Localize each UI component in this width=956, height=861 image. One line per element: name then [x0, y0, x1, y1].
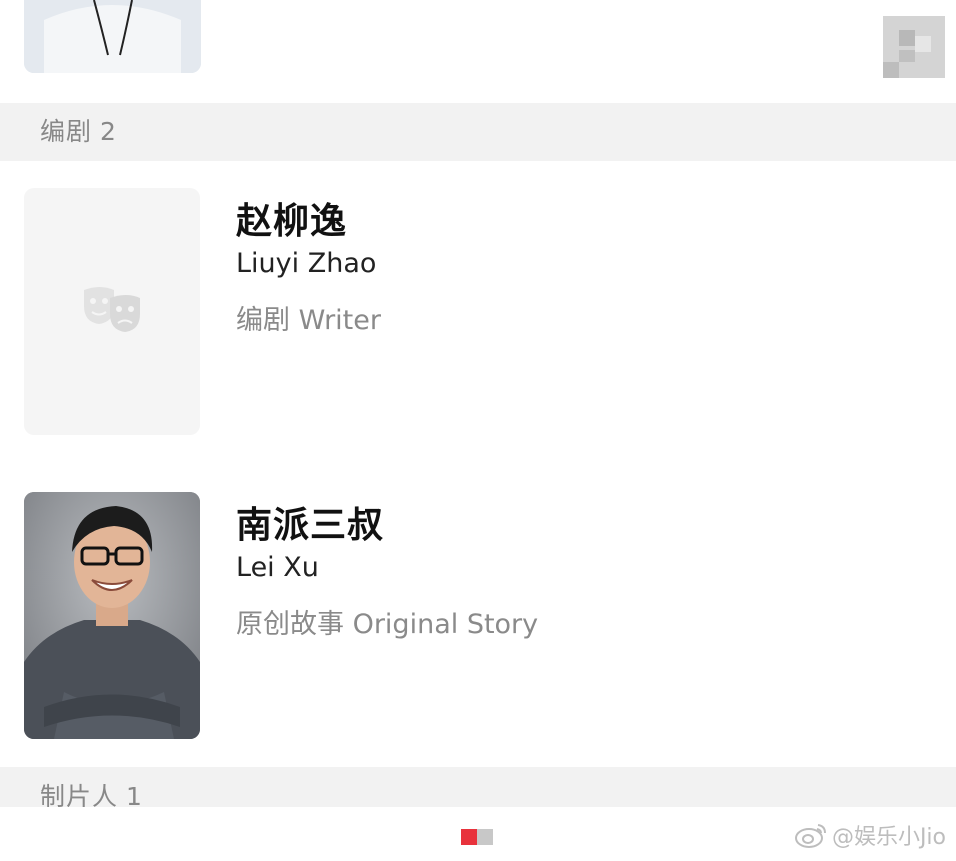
crew-list-page: 编剧 2 赵柳逸 Liuyi Zhao 编剧 Writer 南派三叔 Lei X… — [0, 0, 956, 861]
person-role: 编剧 Writer — [236, 305, 381, 336]
section-label: 制片人 — [40, 782, 119, 807]
page-dot-inactive — [477, 829, 493, 845]
person-name-cn: 南派三叔 — [236, 505, 385, 546]
watermark-text: @娱乐小Jio — [831, 825, 946, 850]
section-header-writers: 编剧 2 — [0, 103, 956, 161]
theater-mask-icon — [84, 287, 140, 332]
bottom-bar: @娱乐小Jio — [0, 807, 956, 861]
previous-person-photo[interactable] — [24, 0, 201, 73]
person-name-cn: 赵柳逸 — [236, 201, 348, 242]
mosaic-icon[interactable] — [883, 16, 945, 78]
person-row[interactable]: 赵柳逸 Liuyi Zhao 编剧 Writer — [0, 188, 956, 438]
person-name-en: Liuyi Zhao — [236, 248, 377, 279]
person-name-en: Lei Xu — [236, 552, 319, 583]
section-label: 编剧 — [40, 117, 93, 146]
person-role: 原创故事 Original Story — [236, 609, 539, 640]
avatar-photo[interactable] — [24, 492, 200, 739]
avatar-placeholder[interactable] — [24, 188, 200, 435]
person-row[interactable]: 南派三叔 Lei Xu 原创故事 Original Story — [0, 492, 956, 742]
watermark: @娱乐小Jio — [794, 819, 946, 851]
page-dot-active — [461, 829, 477, 845]
section-count: 2 — [100, 117, 117, 146]
weibo-icon — [794, 824, 826, 848]
section-header-producers: 制片人 1 — [0, 767, 956, 807]
section-count: 1 — [126, 782, 143, 807]
